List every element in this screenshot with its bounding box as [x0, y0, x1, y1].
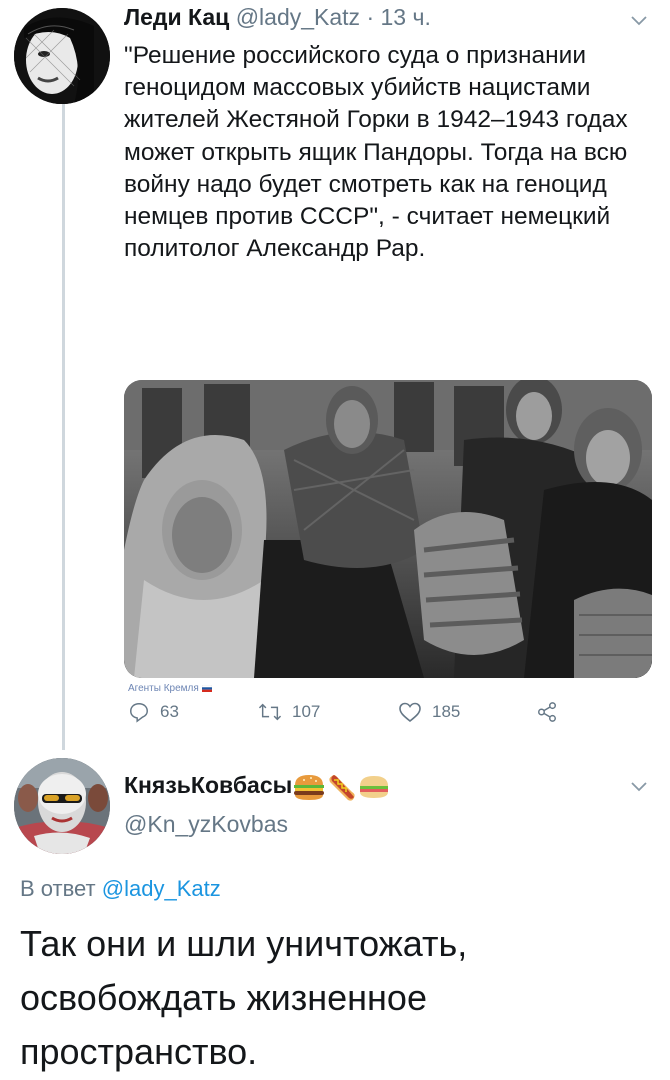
- sandwich-icon: [360, 776, 389, 798]
- tweet-header: Леди Кац @lady_Katz · 13 ч.: [124, 4, 431, 31]
- reply-prefix: В ответ: [20, 876, 96, 901]
- retweet-count: 107: [292, 702, 321, 721]
- thread-connector-line: [62, 100, 65, 750]
- retweet-action[interactable]: 107: [258, 699, 320, 725]
- separator-dot: ·: [366, 4, 375, 30]
- tweet-photo[interactable]: [124, 380, 652, 678]
- burger-icon: [294, 775, 325, 800]
- flag-icon: [201, 684, 212, 692]
- historical-photo-image: [124, 380, 652, 678]
- reply-context: В ответ @lady_Katz: [20, 876, 221, 902]
- tweet-timestamp[interactable]: 13 ч.: [381, 4, 431, 30]
- reply-count: 63: [160, 702, 179, 721]
- hotdog-icon: [329, 775, 355, 801]
- share-icon: [538, 702, 556, 722]
- share-action[interactable]: [536, 699, 568, 725]
- reply-action[interactable]: 63: [128, 699, 179, 725]
- reply-author-name-row: КнязьКовбасы: [124, 772, 390, 802]
- reply-author-name[interactable]: КнязьКовбасы: [124, 772, 292, 798]
- chevron-down-icon[interactable]: [628, 10, 650, 32]
- like-icon: [399, 702, 421, 723]
- watermark-text: Агенты Кремля: [128, 683, 199, 694]
- avatar-portrait-image: [14, 8, 110, 104]
- reply-author-handle[interactable]: @Kn_yzKovbas: [124, 811, 288, 838]
- media-watermark: Агенты Кремля: [128, 683, 212, 694]
- reply-author-avatar[interactable]: [14, 758, 110, 854]
- reply-text: Так они и шли уничтожать, освобождать жи…: [20, 923, 468, 1072]
- author-handle[interactable]: @lady_Katz: [236, 4, 360, 30]
- avatar-photo-image: [14, 758, 110, 854]
- tweet-text: "Решение российского суда о признании ге…: [124, 42, 635, 263]
- like-count: 185: [432, 702, 461, 721]
- like-action[interactable]: 185: [398, 699, 460, 725]
- retweet-icon: [258, 703, 282, 721]
- reply-icon: [130, 703, 148, 723]
- author-name[interactable]: Леди Кац: [124, 4, 229, 30]
- reply-to-handle-link[interactable]: @lady_Katz: [102, 876, 221, 901]
- author-avatar[interactable]: [14, 8, 110, 104]
- chevron-down-icon[interactable]: [628, 776, 650, 798]
